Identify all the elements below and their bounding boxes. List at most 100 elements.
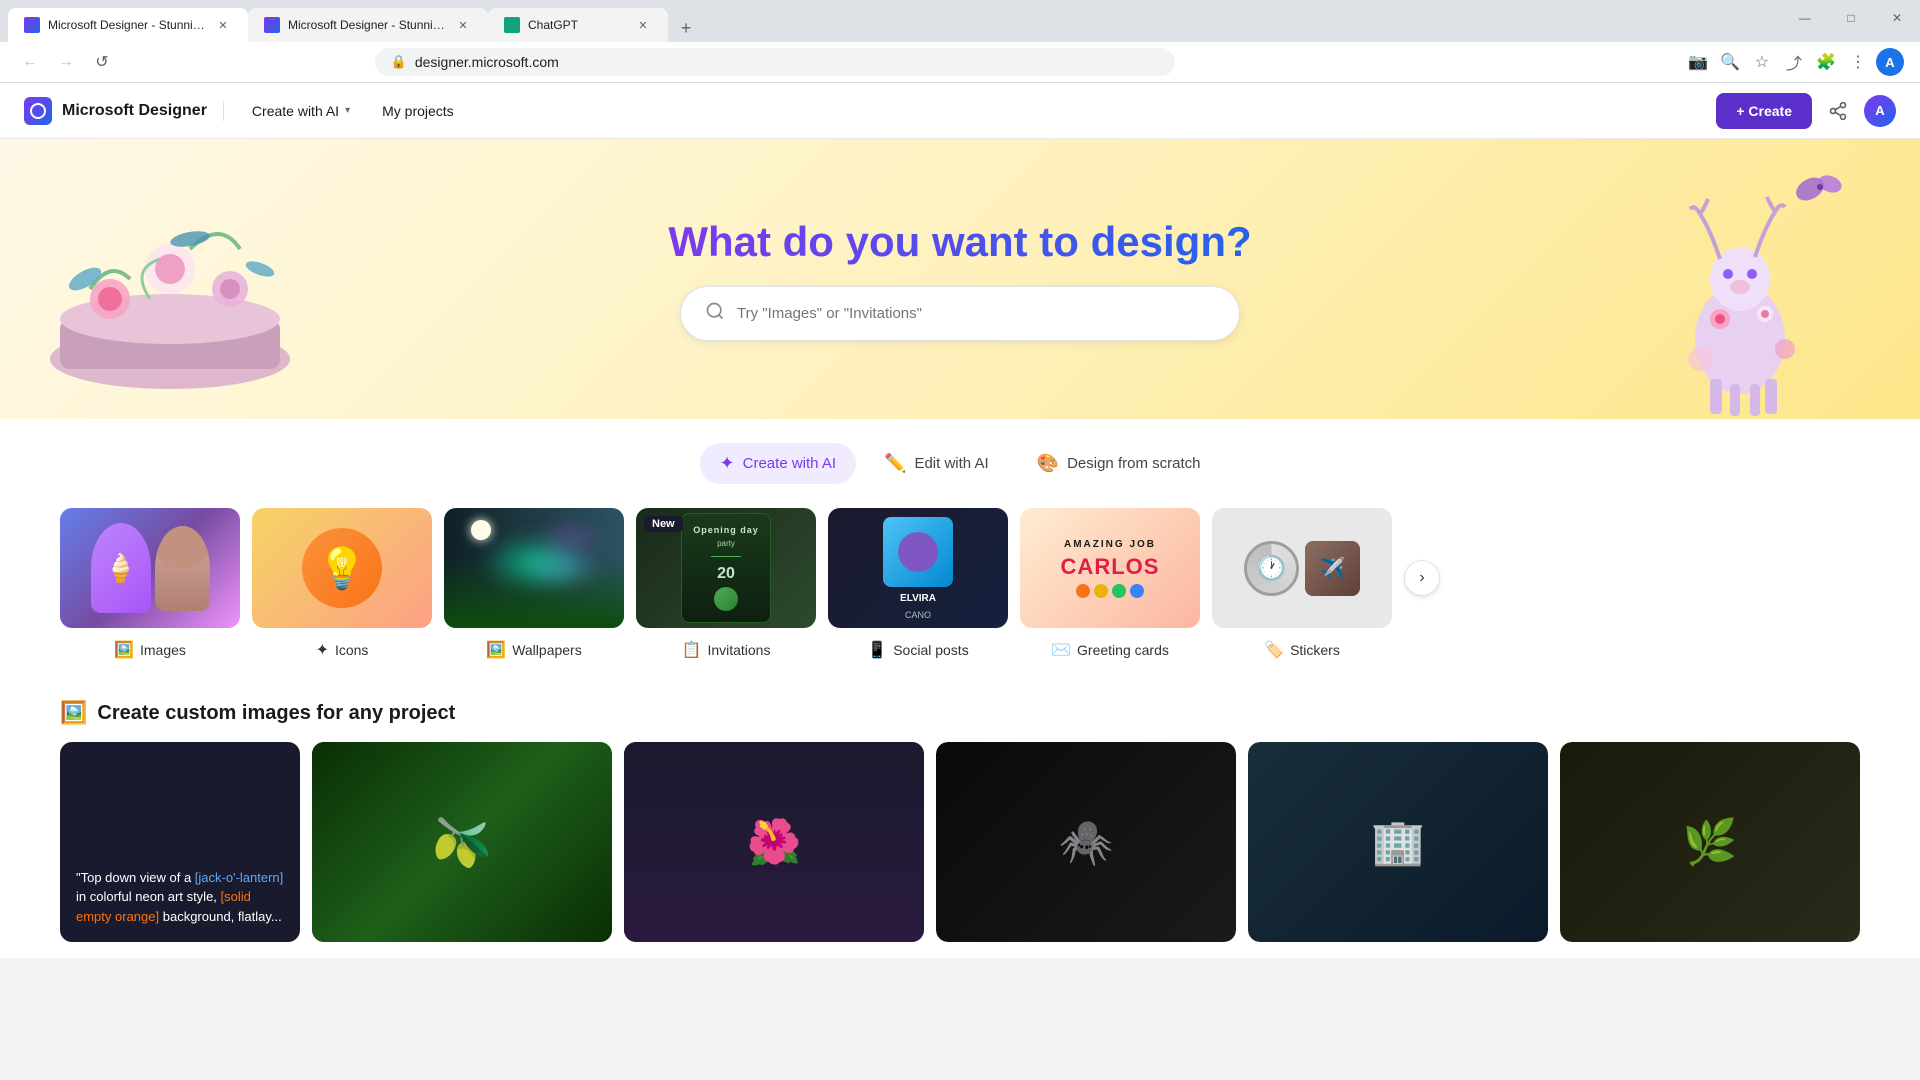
window-maximize-button[interactable]: □ (1828, 0, 1874, 36)
zoom-button[interactable]: 🔍 (1716, 48, 1744, 76)
category-icons[interactable]: 💡 ✦ Icons (252, 508, 432, 660)
tab-2-title: Microsoft Designer - Stunning ... (288, 18, 446, 32)
stickers-icon: 🏷️ (1264, 640, 1284, 660)
brand-name: Microsoft Designer (62, 102, 207, 120)
browser-profile-button[interactable]: A (1876, 48, 1904, 76)
social-posts-icon: 📱 (867, 640, 887, 660)
category-images[interactable]: 🍦 🖼️ Images (60, 508, 240, 660)
category-wallpapers[interactable]: 🖼️ Wallpapers (444, 508, 624, 660)
nav-create-with-ai[interactable]: Create with AI ▾ (240, 95, 362, 127)
share-button[interactable] (1820, 93, 1856, 129)
nav-my-projects-label: My projects (382, 103, 454, 119)
images-icon: 🖼️ (114, 640, 134, 660)
nav-my-projects[interactable]: My projects (370, 95, 466, 127)
brand-icon (24, 97, 52, 125)
tab-2-close[interactable]: ✕ (454, 16, 472, 34)
app: Microsoft Designer Create with AI ▾ My p… (0, 83, 1920, 958)
brand-logo[interactable]: Microsoft Designer (24, 97, 207, 125)
browser-menu-button[interactable]: ⋮ (1844, 48, 1872, 76)
category-icons-label: ✦ Icons (316, 640, 369, 660)
nav-divider (223, 101, 224, 121)
tab-design-from-scratch-label: Design from scratch (1067, 455, 1200, 472)
edit-with-ai-icon: ✏️ (884, 453, 906, 474)
screenshot-button[interactable]: 📷 (1684, 48, 1712, 76)
forward-button[interactable]: → (52, 48, 80, 76)
category-stickers-thumb: 🕐 ✈️ (1212, 508, 1392, 628)
category-invitations-label: 📋 Invitations (682, 640, 771, 660)
user-profile-button[interactable]: A (1864, 95, 1896, 127)
custom-section-title: 🖼️ Create custom images for any project (60, 700, 1860, 726)
bookmark-button[interactable]: ☆ (1748, 48, 1776, 76)
category-greeting-cards-thumb: AMAZING JOB CARLOS (1020, 508, 1200, 628)
hero-section: What do you want to design? (0, 139, 1920, 419)
category-icons-thumb: 💡 (252, 508, 432, 628)
create-button-label: + Create (1736, 103, 1792, 119)
window-close-button[interactable]: ✕ (1874, 0, 1920, 36)
hero-title: What do you want to design? (668, 218, 1251, 266)
tab-3[interactable]: ChatGPT ✕ (488, 8, 668, 42)
scroll-right-button[interactable]: › (1404, 560, 1440, 596)
category-greeting-cards-label: ✉️ Greeting cards (1051, 640, 1169, 660)
tab-1-close[interactable]: ✕ (214, 16, 232, 34)
create-button[interactable]: + Create (1716, 93, 1812, 129)
custom-images-section: 🖼️ Create custom images for any project … (0, 684, 1920, 958)
window-minimize-button[interactable]: — (1782, 0, 1828, 36)
custom-image-card-6[interactable]: 🌿 (1560, 742, 1860, 942)
custom-image-card-5[interactable]: 🏢 (1248, 742, 1548, 942)
new-badge: New (644, 516, 683, 532)
tab-design-from-scratch[interactable]: 🎨 Design from scratch (1017, 443, 1221, 484)
category-stickers[interactable]: 🕐 ✈️ 🏷️ Stickers (1212, 508, 1392, 660)
category-greeting-cards[interactable]: AMAZING JOB CARLOS ✉️ Greeting cards (1020, 508, 1200, 660)
custom-image-card-4[interactable]: 🕷️ (936, 742, 1236, 942)
tab-3-title: ChatGPT (528, 18, 626, 32)
nav-create-with-ai-chevron: ▾ (345, 105, 350, 116)
category-stickers-label: 🏷️ Stickers (1264, 640, 1340, 660)
window-controls: — □ ✕ (1782, 0, 1920, 36)
refresh-button[interactable]: ↺ (88, 48, 116, 76)
tab-1-favicon (24, 17, 40, 33)
category-wallpapers-label: 🖼️ Wallpapers (486, 640, 581, 660)
section-tabs: ✦ Create with AI ✏️ Edit with AI 🎨 Desig… (0, 419, 1920, 500)
category-social-posts-label: 📱 Social posts (867, 640, 968, 660)
brand-icon-inner (30, 103, 46, 119)
browser-chrome: Microsoft Designer - Stunning ... ✕ Micr… (0, 0, 1920, 83)
tab-2[interactable]: Microsoft Designer - Stunning ... ✕ (248, 8, 488, 42)
category-scroll: 🍦 🖼️ Images 💡 (0, 500, 1920, 684)
app-navigation: Microsoft Designer Create with AI ▾ My p… (0, 83, 1920, 139)
profile-sync-button[interactable]: ⤴ (1780, 48, 1808, 76)
category-social-posts[interactable]: ELVIRA CANO 📱 Social posts (828, 508, 1008, 660)
search-icon (705, 301, 725, 326)
tab-edit-with-ai[interactable]: ✏️ Edit with AI (864, 443, 1009, 484)
hero-decoration-left (30, 159, 310, 419)
invitations-icon: 📋 (682, 640, 702, 660)
tab-edit-with-ai-label: Edit with AI (914, 455, 988, 472)
tab-1[interactable]: Microsoft Designer - Stunning ... ✕ (8, 8, 248, 42)
nav-create-with-ai-label: Create with AI (252, 103, 339, 119)
custom-image-card-1[interactable]: "Top down view of a [jack-o'-lantern] in… (60, 742, 300, 942)
custom-images-grid: "Top down view of a [jack-o'-lantern] in… (60, 742, 1860, 942)
tab-bar: Microsoft Designer - Stunning ... ✕ Micr… (0, 0, 1920, 42)
extensions-button[interactable]: 🧩 (1812, 48, 1840, 76)
category-invitations[interactable]: New Opening day party 20 📋 Invitations (636, 508, 816, 660)
url-text: designer.microsoft.com (415, 54, 559, 70)
design-from-scratch-icon: 🎨 (1037, 453, 1059, 474)
add-tab-button[interactable]: + (672, 14, 700, 42)
tab-create-with-ai-label: Create with AI (743, 455, 836, 472)
custom-image-card-3[interactable]: 🌺 (624, 742, 924, 942)
search-input[interactable] (737, 305, 1215, 322)
url-bar[interactable]: 🔒 designer.microsoft.com (375, 48, 1175, 76)
tab-create-with-ai[interactable]: ✦ Create with AI (700, 443, 856, 484)
category-social-posts-thumb: ELVIRA CANO (828, 508, 1008, 628)
category-images-thumb: 🍦 (60, 508, 240, 628)
tab-1-title: Microsoft Designer - Stunning ... (48, 18, 206, 32)
tab-3-favicon (504, 17, 520, 33)
hero-decoration-right (1600, 159, 1860, 419)
search-bar[interactable] (680, 286, 1240, 341)
tab-3-close[interactable]: ✕ (634, 16, 652, 34)
create-with-ai-icon: ✦ (720, 453, 735, 474)
icons-icon: ✦ (316, 640, 329, 660)
url-lock-icon: 🔒 (391, 54, 407, 70)
custom-image-card-2[interactable]: 🫒 (312, 742, 612, 942)
custom-image-prompt-text: "Top down view of a [jack-o'-lantern] in… (76, 868, 284, 927)
back-button[interactable]: ← (16, 48, 44, 76)
